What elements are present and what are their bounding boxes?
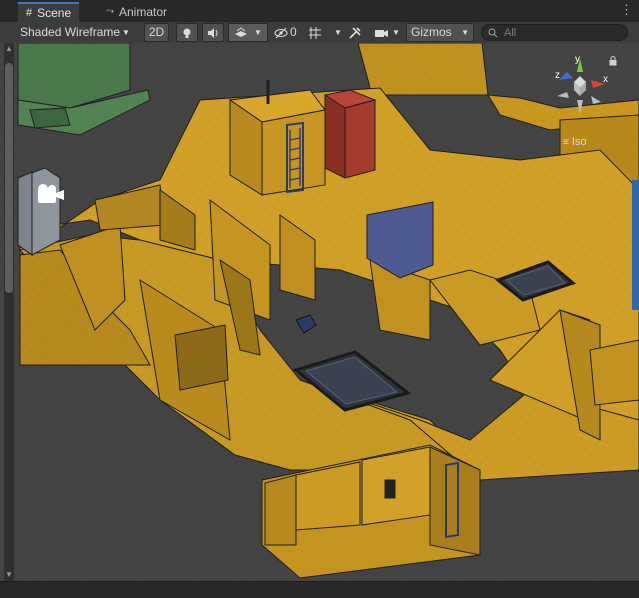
- level-geometry: [0, 43, 639, 581]
- grey-block: [17, 167, 61, 256]
- status-bar: [0, 581, 639, 598]
- axis-z-label: z: [555, 70, 560, 81]
- toggle-2d-label: 2D: [148, 25, 165, 39]
- scene-visibility-toggle[interactable]: 0: [274, 23, 297, 42]
- animator-icon: ⤳: [106, 6, 114, 17]
- camera-dropdown-arrow-icon: ▼: [392, 28, 400, 37]
- axis-z-cone-icon[interactable]: [559, 72, 573, 80]
- projection-toggle[interactable]: ≡ Iso: [563, 136, 587, 148]
- scene-toolbar: Shaded Wireframe ▼ 2D ▼ 0 ▼ ▼ Gizmos ▼: [0, 22, 639, 44]
- scroll-up-icon[interactable]: ▲: [5, 45, 13, 53]
- hidden-eye-icon: [274, 27, 288, 38]
- speaker-icon: [208, 27, 218, 38]
- red-block: [323, 89, 377, 179]
- grid-dropdown-arrow-icon: ▼: [334, 28, 342, 37]
- draw-mode-dropdown[interactable]: Shaded Wireframe ▼: [20, 23, 130, 42]
- dropdown-arrow-icon: ▼: [122, 28, 130, 37]
- scene-viewport[interactable]: [0, 43, 639, 581]
- tab-scene[interactable]: # Scene: [18, 2, 80, 22]
- lightbulb-icon: [183, 28, 191, 38]
- effects-toggle-button[interactable]: ▼: [228, 23, 268, 42]
- lighting-toggle-button[interactable]: [176, 23, 198, 42]
- axis-neg-x-cone-icon[interactable]: [557, 92, 569, 98]
- grid-snap-icon: [309, 26, 321, 39]
- grid-icon: #: [26, 7, 33, 19]
- search-icon: [488, 28, 498, 37]
- projection-label: Iso: [571, 136, 587, 148]
- tools-toggle[interactable]: [348, 23, 362, 42]
- camera-icon: [375, 29, 388, 37]
- hidden-count: 0: [290, 25, 297, 39]
- tab-animator-label: Animator: [119, 5, 168, 19]
- scroll-down-icon[interactable]: ▼: [5, 571, 13, 579]
- draw-mode-label: Shaded Wireframe: [20, 25, 121, 39]
- grid-snap-toggle[interactable]: ▼: [308, 23, 342, 42]
- effects-layers-icon: [235, 26, 248, 37]
- tab-scene-label: Scene: [37, 6, 72, 20]
- tab-animator[interactable]: ⤳ Animator: [98, 2, 175, 22]
- audio-toggle-button[interactable]: [202, 23, 224, 42]
- search-input[interactable]: [502, 25, 626, 40]
- gizmos-label: Gizmos: [411, 25, 452, 39]
- tab-bar: # Scene ⤳ Animator ⋮: [0, 0, 639, 23]
- axis-x-label: x: [603, 74, 608, 85]
- axis-y-label: y: [575, 54, 580, 65]
- scroll-thumb[interactable]: [5, 63, 13, 293]
- scene-search[interactable]: [481, 24, 628, 41]
- viewport-edge-strip: [632, 180, 639, 310]
- camera-settings-dropdown[interactable]: ▼: [374, 23, 400, 42]
- tools-icon: [349, 26, 361, 39]
- orientation-gizmo[interactable]: y z x: [545, 52, 615, 124]
- hamburger-icon: ≡: [563, 136, 569, 148]
- axis-neg-z-cone-icon[interactable]: [591, 96, 601, 104]
- effects-dropdown-arrow-icon: ▼: [254, 28, 262, 37]
- vertical-scrollbar[interactable]: ▲ ▼: [4, 43, 14, 581]
- gizmos-dropdown-arrow-icon: ▼: [461, 28, 469, 37]
- lock-icon[interactable]: [609, 55, 617, 69]
- gizmos-dropdown[interactable]: Gizmos ▼: [406, 23, 474, 42]
- more-menu-icon[interactable]: ⋮: [620, 2, 633, 18]
- toggle-2d-button[interactable]: 2D: [144, 23, 169, 42]
- axis-neg-y-cone-icon[interactable]: [577, 100, 583, 114]
